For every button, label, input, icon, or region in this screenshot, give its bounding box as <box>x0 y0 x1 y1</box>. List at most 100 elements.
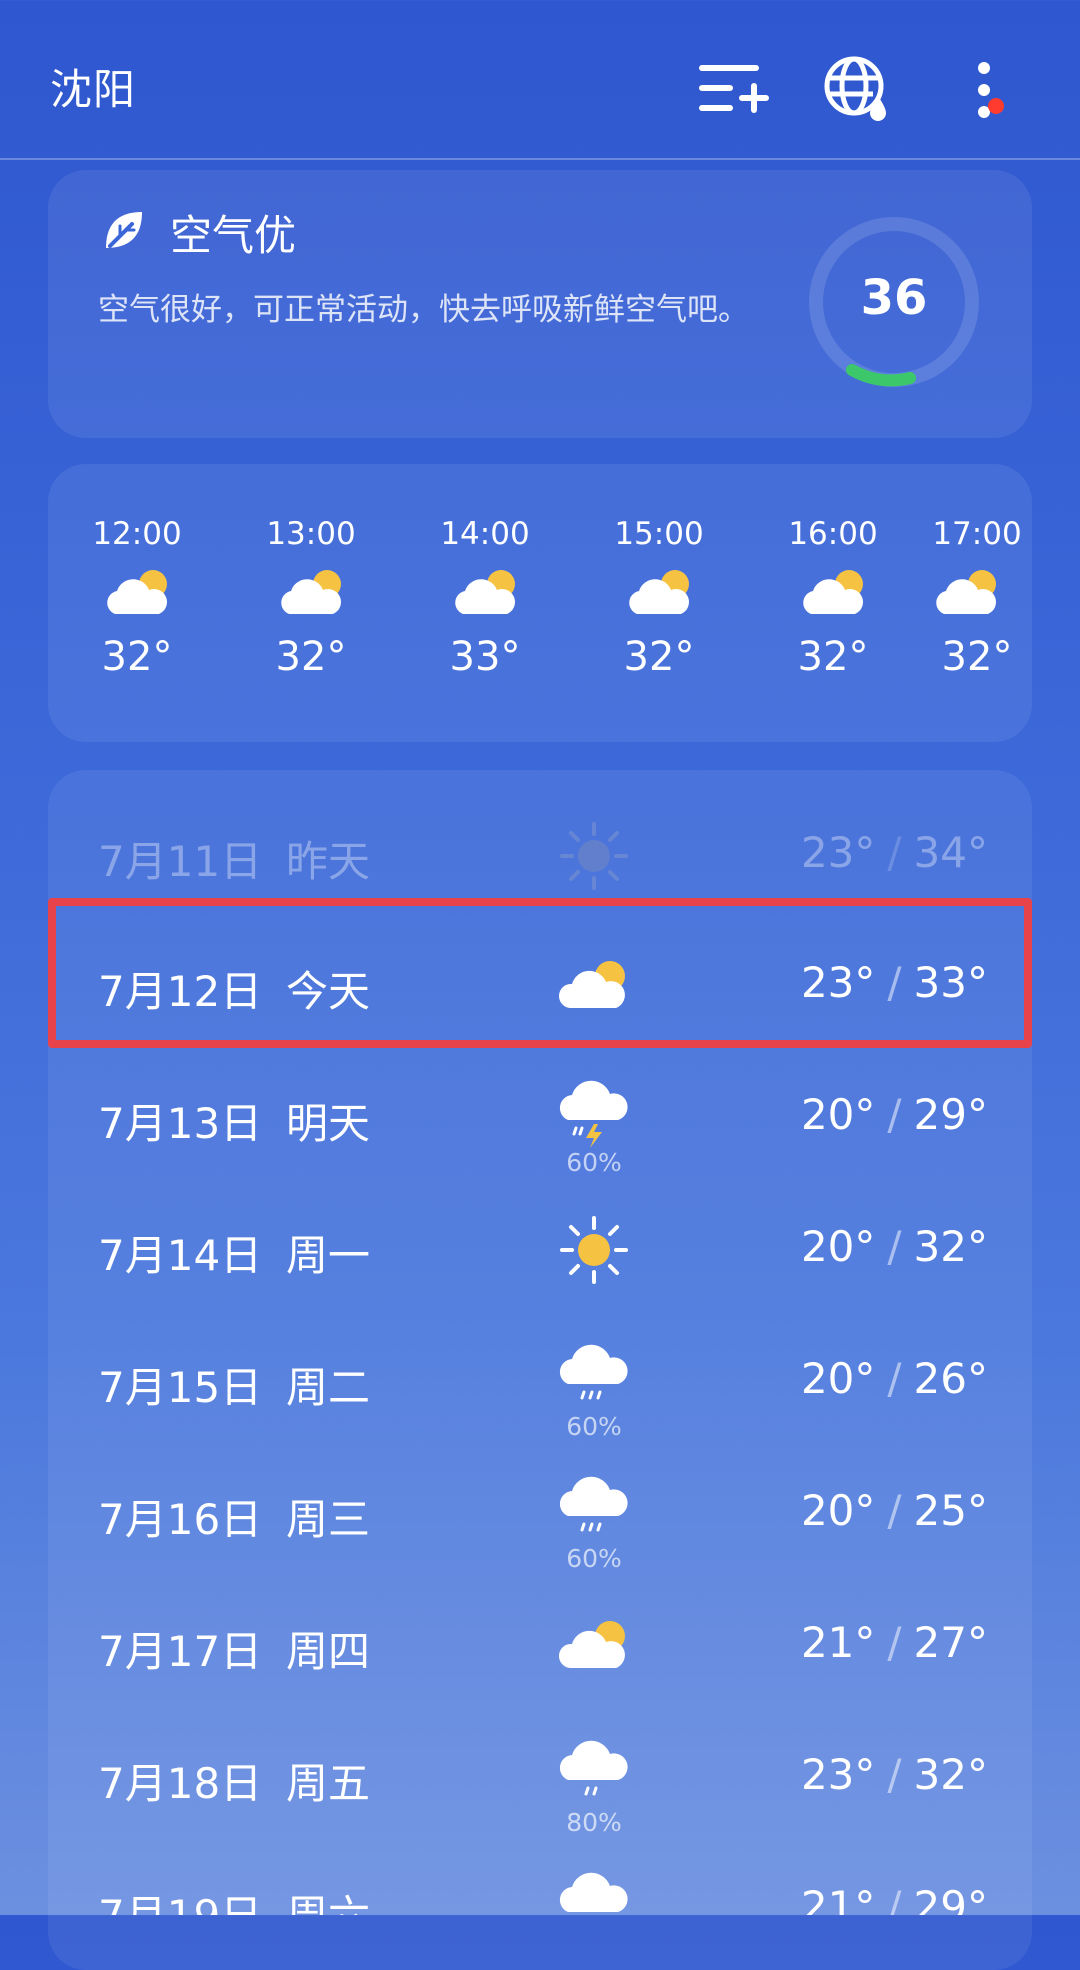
hour-time: 14:00 <box>440 516 530 552</box>
rain-icon <box>559 1476 628 1532</box>
city-name[interactable]: 沈阳 <box>50 56 136 117</box>
low-temp: 20° <box>800 1222 876 1271</box>
row-day: 周五 <box>286 1759 371 1808</box>
row-date: 7月18日 <box>98 1759 263 1808</box>
hour-time: 17:00 <box>932 516 1022 552</box>
temp-separator: / <box>887 1222 902 1271</box>
light-rain-icon <box>559 1740 628 1796</box>
high-temp: 34° <box>913 828 988 877</box>
sunny-icon <box>560 1216 628 1284</box>
low-temp: 20° <box>800 1354 876 1403</box>
low-temp: 21° <box>800 1618 876 1667</box>
hour-time: 12:00 <box>92 516 182 552</box>
air-quality-card[interactable]: 空气优 空气很好，可正常活动，快去呼吸新鲜空气吧。 36 <box>48 170 1032 438</box>
partly-cloudy-icon <box>629 570 689 614</box>
high-temp: 29° <box>913 1882 988 1915</box>
low-temp: 20° <box>800 1090 876 1139</box>
high-temp: 26° <box>913 1354 988 1403</box>
row-date: 7月16日 <box>98 1495 263 1544</box>
rain-icon <box>559 1344 628 1400</box>
hourly-forecast-card[interactable]: 12:00 32° 13:00 32° 14:00 33° 15:00 32° … <box>48 464 1032 742</box>
temp-separator: / <box>887 1750 902 1799</box>
high-temp: 32° <box>913 1750 988 1799</box>
low-temp: 21° <box>800 1882 876 1915</box>
row-day: 周二 <box>286 1363 371 1412</box>
high-temp: 29° <box>913 1090 988 1139</box>
daily-row-mon[interactable]: 7月14日 周一 20°/32° <box>48 1188 1032 1320</box>
daily-row-sat[interactable]: 7月19日 周六 21° / 29° <box>48 1848 1032 1915</box>
row-date: 7月13日 <box>98 1099 263 1148</box>
aqi-value: 36 <box>860 270 928 326</box>
hourly-item: 13:00 32° <box>224 516 398 680</box>
partly-cloudy-icon <box>558 1621 625 1668</box>
precip-chance: 60% <box>566 1148 622 1177</box>
aqi-title: 空气优 <box>170 211 297 260</box>
row-day: 昨天 <box>286 837 371 886</box>
temp-separator: / <box>887 1090 902 1139</box>
hourly-item: 17:00 32° <box>920 516 1032 680</box>
hour-time: 15:00 <box>614 516 704 552</box>
leaf-icon <box>106 212 142 248</box>
high-temp: 27° <box>913 1618 988 1667</box>
temp-separator: / <box>887 1618 902 1667</box>
daily-row-wed[interactable]: 7月16日 周三 60% 20°/25° <box>48 1452 1032 1584</box>
partly-cloudy-icon <box>107 570 167 614</box>
hour-temp: 32° <box>275 634 347 680</box>
partly-cloudy-icon <box>803 570 863 614</box>
hour-time: 13:00 <box>266 516 356 552</box>
row-date: 7月15日 <box>98 1363 263 1412</box>
row-date: 7月19日 <box>98 1882 262 1915</box>
precip-chance: 60% <box>566 1544 622 1573</box>
row-temps: 20°/25° <box>801 1486 988 1535</box>
high-temp: 25° <box>913 1486 988 1535</box>
list-add-icon <box>699 65 769 113</box>
hour-temp: 32° <box>941 634 1013 680</box>
row-day: 明天 <box>286 1099 371 1148</box>
highlight-box <box>48 898 1032 1048</box>
row-temps: 21° / 29° <box>801 1882 988 1915</box>
partly-cloudy-icon <box>281 570 341 614</box>
temp-separator: / <box>887 1486 902 1535</box>
daily-row-thu[interactable]: 7月17日 周四 21°/27° <box>48 1584 1032 1716</box>
more-vertical-icon <box>978 62 990 118</box>
row-temps: 21°/27° <box>801 1618 988 1667</box>
hour-temp: 32° <box>623 634 695 680</box>
header-divider <box>0 158 1080 160</box>
low-temp: 20° <box>800 1486 876 1535</box>
daily-row-tue[interactable]: 7月15日 周二 60% 20°/26° <box>48 1320 1032 1452</box>
hour-temp: 32° <box>101 634 173 680</box>
notification-dot <box>988 98 1004 114</box>
app-header: 沈阳 <box>0 0 1080 158</box>
hourly-item: 12:00 32° <box>50 516 224 680</box>
row-day: 周一 <box>286 1231 371 1280</box>
row-temps: 20°/26° <box>801 1354 988 1403</box>
daily-row-fri[interactable]: 7月18日 周五 80% 23°/32° <box>48 1716 1032 1848</box>
hour-temp: 33° <box>449 634 521 680</box>
row-temps: 23°/32° <box>801 1750 988 1799</box>
low-temp: 23° <box>800 828 876 877</box>
hourly-item: 14:00 33° <box>398 516 572 680</box>
global-weather-button[interactable] <box>818 50 898 130</box>
partly-cloudy-icon <box>455 570 515 614</box>
row-date: 7月14日 <box>98 1231 263 1280</box>
low-temp: 23° <box>800 1750 876 1799</box>
high-temp: 32° <box>913 1222 988 1271</box>
thunderstorm-icon <box>559 1080 628 1148</box>
precip-chance: 80% <box>566 1808 622 1837</box>
temp-separator: / <box>887 1882 902 1915</box>
sunny-icon <box>560 822 628 890</box>
row-date: 7月17日 <box>98 1627 263 1676</box>
temp-separator: / <box>887 1354 902 1403</box>
row-temps: 20°/29° <box>801 1090 988 1139</box>
rain-icon <box>559 1872 628 1912</box>
manage-cities-button[interactable] <box>692 50 772 130</box>
partly-cloudy-icon <box>936 570 996 614</box>
hourly-item: 15:00 32° <box>572 516 746 680</box>
row-temps: 23°/34° <box>801 828 988 877</box>
precip-chance: 60% <box>566 1412 622 1441</box>
more-options-button[interactable] <box>944 50 1024 130</box>
row-day: 周六 <box>286 1882 370 1915</box>
daily-row-tomorrow[interactable]: 7月13日 明天 60% 20°/29° <box>48 1056 1032 1188</box>
row-day: 周三 <box>286 1495 371 1544</box>
row-day: 周四 <box>286 1627 371 1676</box>
